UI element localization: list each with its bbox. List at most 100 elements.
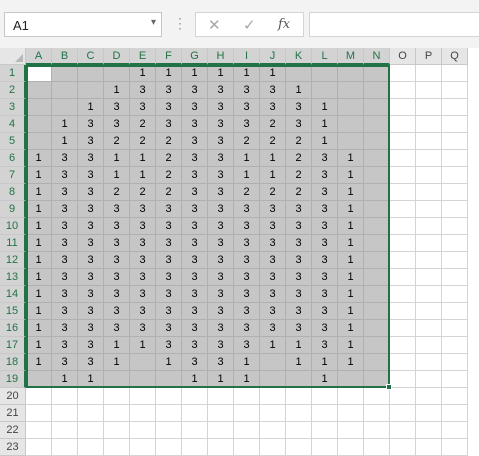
cell-b22[interactable] bbox=[52, 422, 78, 439]
cell-o2[interactable] bbox=[390, 82, 416, 99]
cell-m15[interactable]: 1 bbox=[338, 303, 364, 320]
cell-c3[interactable]: 1 bbox=[78, 99, 104, 116]
cell-j19[interactable] bbox=[260, 371, 286, 388]
row-header-5[interactable]: 5 bbox=[0, 133, 26, 150]
cell-b1[interactable] bbox=[52, 65, 78, 82]
row-header-19[interactable]: 19 bbox=[0, 371, 26, 388]
cell-b13[interactable]: 3 bbox=[52, 269, 78, 286]
cell-n18[interactable] bbox=[364, 354, 390, 371]
cell-j14[interactable]: 3 bbox=[260, 286, 286, 303]
cell-a5[interactable] bbox=[26, 133, 52, 150]
cell-f14[interactable]: 3 bbox=[156, 286, 182, 303]
cell-o18[interactable] bbox=[390, 354, 416, 371]
cell-f12[interactable]: 3 bbox=[156, 252, 182, 269]
cell-o17[interactable] bbox=[390, 337, 416, 354]
cell-o7[interactable] bbox=[390, 167, 416, 184]
cell-k13[interactable]: 3 bbox=[286, 269, 312, 286]
cell-p1[interactable] bbox=[416, 65, 442, 82]
cell-h9[interactable]: 3 bbox=[208, 201, 234, 218]
cell-h10[interactable]: 3 bbox=[208, 218, 234, 235]
cell-c4[interactable]: 3 bbox=[78, 116, 104, 133]
cell-i22[interactable] bbox=[234, 422, 260, 439]
cell-g8[interactable]: 3 bbox=[182, 184, 208, 201]
cell-c7[interactable]: 3 bbox=[78, 167, 104, 184]
cell-n2[interactable] bbox=[364, 82, 390, 99]
row-header-9[interactable]: 9 bbox=[0, 201, 26, 218]
cell-p11[interactable] bbox=[416, 235, 442, 252]
cell-k11[interactable]: 3 bbox=[286, 235, 312, 252]
cell-p17[interactable] bbox=[416, 337, 442, 354]
cell-b20[interactable] bbox=[52, 388, 78, 405]
cell-j17[interactable]: 1 bbox=[260, 337, 286, 354]
cell-l16[interactable]: 3 bbox=[312, 320, 338, 337]
cancel-icon[interactable]: ✕ bbox=[208, 16, 221, 34]
cell-p14[interactable] bbox=[416, 286, 442, 303]
cell-f3[interactable]: 3 bbox=[156, 99, 182, 116]
cell-q20[interactable] bbox=[442, 388, 468, 405]
cell-o16[interactable] bbox=[390, 320, 416, 337]
cell-n15[interactable] bbox=[364, 303, 390, 320]
row-header-2[interactable]: 2 bbox=[0, 82, 26, 99]
cell-k17[interactable]: 1 bbox=[286, 337, 312, 354]
cell-c18[interactable]: 3 bbox=[78, 354, 104, 371]
cell-e20[interactable] bbox=[130, 388, 156, 405]
cell-n12[interactable] bbox=[364, 252, 390, 269]
column-header-m[interactable]: M bbox=[338, 48, 364, 65]
cell-m7[interactable]: 1 bbox=[338, 167, 364, 184]
cell-e7[interactable]: 1 bbox=[130, 167, 156, 184]
cell-n22[interactable] bbox=[364, 422, 390, 439]
checkmark-icon[interactable]: ✓ bbox=[243, 16, 256, 34]
cell-q9[interactable] bbox=[442, 201, 468, 218]
cell-p16[interactable] bbox=[416, 320, 442, 337]
cell-m1[interactable] bbox=[338, 65, 364, 82]
cell-h17[interactable]: 3 bbox=[208, 337, 234, 354]
row-header-16[interactable]: 16 bbox=[0, 320, 26, 337]
cell-b4[interactable]: 1 bbox=[52, 116, 78, 133]
cell-m20[interactable] bbox=[338, 388, 364, 405]
cell-h19[interactable]: 1 bbox=[208, 371, 234, 388]
cell-h15[interactable]: 3 bbox=[208, 303, 234, 320]
cell-h16[interactable]: 3 bbox=[208, 320, 234, 337]
cell-a1[interactable] bbox=[26, 65, 52, 82]
cell-e10[interactable]: 3 bbox=[130, 218, 156, 235]
cell-e4[interactable]: 2 bbox=[130, 116, 156, 133]
cell-p5[interactable] bbox=[416, 133, 442, 150]
cell-f11[interactable]: 3 bbox=[156, 235, 182, 252]
cell-h8[interactable]: 3 bbox=[208, 184, 234, 201]
cell-d1[interactable] bbox=[104, 65, 130, 82]
chevron-down-icon[interactable]: ▾ bbox=[151, 17, 156, 28]
cell-g10[interactable]: 3 bbox=[182, 218, 208, 235]
fill-handle[interactable] bbox=[386, 384, 392, 390]
cell-e16[interactable]: 3 bbox=[130, 320, 156, 337]
cell-a19[interactable] bbox=[26, 371, 52, 388]
cell-q18[interactable] bbox=[442, 354, 468, 371]
row-header-20[interactable]: 20 bbox=[0, 388, 26, 405]
cell-e11[interactable]: 3 bbox=[130, 235, 156, 252]
cell-c22[interactable] bbox=[78, 422, 104, 439]
row-header-12[interactable]: 12 bbox=[0, 252, 26, 269]
cell-l13[interactable]: 3 bbox=[312, 269, 338, 286]
cell-g22[interactable] bbox=[182, 422, 208, 439]
cell-g21[interactable] bbox=[182, 405, 208, 422]
cell-d2[interactable]: 1 bbox=[104, 82, 130, 99]
cell-o8[interactable] bbox=[390, 184, 416, 201]
cell-q7[interactable] bbox=[442, 167, 468, 184]
cell-h11[interactable]: 3 bbox=[208, 235, 234, 252]
cell-e3[interactable]: 3 bbox=[130, 99, 156, 116]
column-header-l[interactable]: L bbox=[312, 48, 338, 65]
cell-i14[interactable]: 3 bbox=[234, 286, 260, 303]
cell-q5[interactable] bbox=[442, 133, 468, 150]
cell-c1[interactable] bbox=[78, 65, 104, 82]
vertical-dots-icon[interactable]: ⋮ bbox=[173, 15, 187, 32]
cell-e8[interactable]: 2 bbox=[130, 184, 156, 201]
cell-d4[interactable]: 3 bbox=[104, 116, 130, 133]
cell-p13[interactable] bbox=[416, 269, 442, 286]
cell-n5[interactable] bbox=[364, 133, 390, 150]
cell-c19[interactable]: 1 bbox=[78, 371, 104, 388]
cell-q10[interactable] bbox=[442, 218, 468, 235]
cell-b17[interactable]: 3 bbox=[52, 337, 78, 354]
cell-i17[interactable]: 3 bbox=[234, 337, 260, 354]
row-header-4[interactable]: 4 bbox=[0, 116, 26, 133]
cell-c14[interactable]: 3 bbox=[78, 286, 104, 303]
cell-c21[interactable] bbox=[78, 405, 104, 422]
